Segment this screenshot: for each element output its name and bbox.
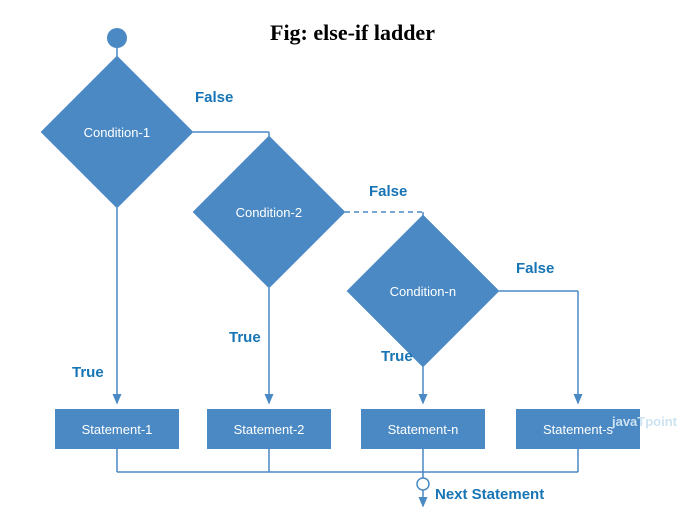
true-label-3: True <box>381 348 413 365</box>
false-label-3: False <box>516 260 554 277</box>
statement-2-label: Statement-2 <box>234 422 305 437</box>
condition-2-diamond: Condition-2 <box>193 136 346 289</box>
true-label-1: True <box>72 364 104 381</box>
statement-2-box: Statement-2 <box>207 409 331 449</box>
statement-s-label: Statement-s <box>543 422 613 437</box>
statement-1-label: Statement-1 <box>82 422 153 437</box>
condition-n-diamond: Condition-n <box>347 215 500 368</box>
false-label-1: False <box>195 89 233 106</box>
statement-1-box: Statement-1 <box>55 409 179 449</box>
condition-n-label: Condition-n <box>390 284 457 299</box>
condition-1-diamond: Condition-1 <box>41 56 194 209</box>
start-node <box>107 28 127 48</box>
next-statement-label: Next Statement <box>435 486 544 503</box>
statement-n-box: Statement-n <box>361 409 485 449</box>
condition-2-label: Condition-2 <box>236 205 303 220</box>
diagram-title: Fig: else-if ladder <box>270 20 435 46</box>
false-label-2: False <box>369 183 407 200</box>
true-label-2: True <box>229 329 261 346</box>
statement-n-label: Statement-n <box>388 422 459 437</box>
condition-1-label: Condition-1 <box>84 125 151 140</box>
watermark: javaTpoint <box>612 414 677 429</box>
